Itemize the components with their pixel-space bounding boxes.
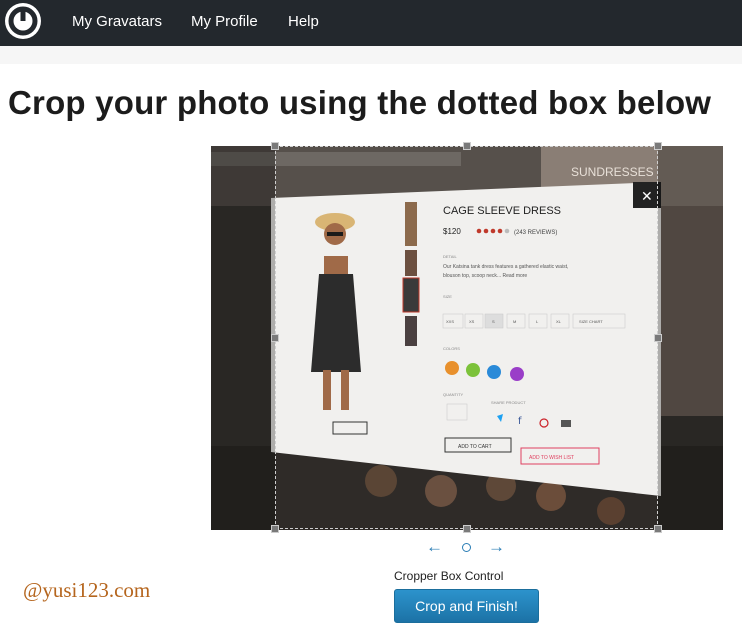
crop-selection-box[interactable] [271,142,662,533]
crop-and-finish-button[interactable]: Crop and Finish! [394,589,539,623]
crop-handle-top[interactable] [463,142,471,150]
page-title: Crop your photo using the dotted box bel… [8,84,712,121]
nav-help[interactable]: Help [288,13,319,30]
gravatar-logo-icon[interactable] [5,3,41,39]
arrow-right-icon[interactable]: → [488,538,505,556]
header-strip [0,46,742,64]
arrow-left-icon[interactable]: ← [426,538,443,556]
crop-handle-top-right[interactable] [654,142,662,150]
cropper-box-control-label: Cropper Box Control [394,569,504,583]
watermark-text: @yusi123.com [23,578,151,602]
nav-my-gravatars[interactable]: My Gravatars [72,13,162,30]
crop-handle-left[interactable] [271,334,279,342]
nav-my-profile[interactable]: My Profile [191,13,258,30]
crop-handle-bottom-left[interactable] [271,525,279,533]
top-nav-bar: My Gravatars My Profile Help [0,0,742,46]
crop-handle-top-left[interactable] [271,142,279,150]
crop-handle-bottom-right[interactable] [654,525,662,533]
crop-handle-bottom[interactable] [463,525,471,533]
crop-handle-right[interactable] [654,334,662,342]
circle-center-icon[interactable] [462,543,471,552]
